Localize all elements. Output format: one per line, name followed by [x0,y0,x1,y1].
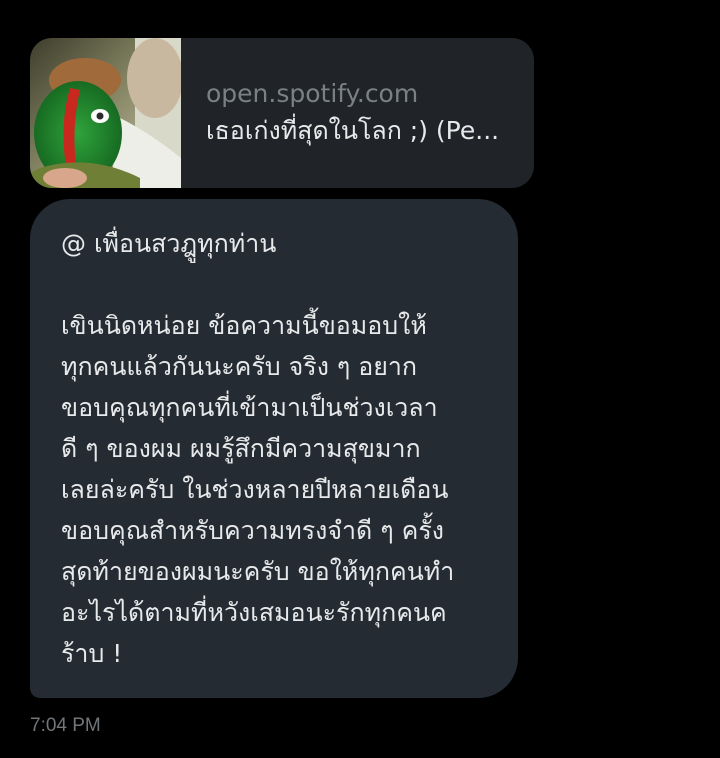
link-thumbnail-image [30,38,181,188]
message-line-4: ดี ๆ ของผม ผมรู้สึกมีความสุขมาก [61,434,421,463]
link-domain: open.spotify.com [206,79,419,108]
link-text-block: open.spotify.com เธอเก่งที่สุดในโลก ;) (… [181,38,534,188]
spotify-link-card[interactable]: open.spotify.com เธอเก่งที่สุดในโลก ;) (… [30,38,534,188]
message-line-3: ขอบคุณทุกคนที่เข้ามาเป็นช่วงเวลา [61,393,438,422]
message-line-7: สุดท้ายของผมนะครับ ขอให้ทุกคนทำ [61,557,455,586]
message-line-8: อะไรได้ตามที่หวังเสมอนะรักทุกคนค [61,598,447,627]
message-line-9: ร้าบ ! [61,639,123,668]
message-timestamp: 7:04 PM [30,715,101,736]
message-line-2: ทุกคนแล้วกันนะครับ จริง ๆ อยาก [61,352,418,381]
message-mention: @ เพื่อนสวฎูทุกท่าน [61,229,277,258]
message-bubble[interactable]: @ เพื่อนสวฎูทุกท่าน เขินนิดหน่อย ข้อความ… [30,199,518,698]
message-line-1: เขินนิดหน่อย ข้อความนี้ขอมอบให้ [61,311,427,340]
link-title: เธอเก่งที่สุดในโลก ;) (Pe... [206,116,500,145]
message-line-6: ขอบคุณสำหรับความทรงจำดี ๆ ครั้ง [61,516,444,545]
message-line-5: เลยล่ะครับ ในช่วงหลายปีหลายเดือน [61,475,449,504]
